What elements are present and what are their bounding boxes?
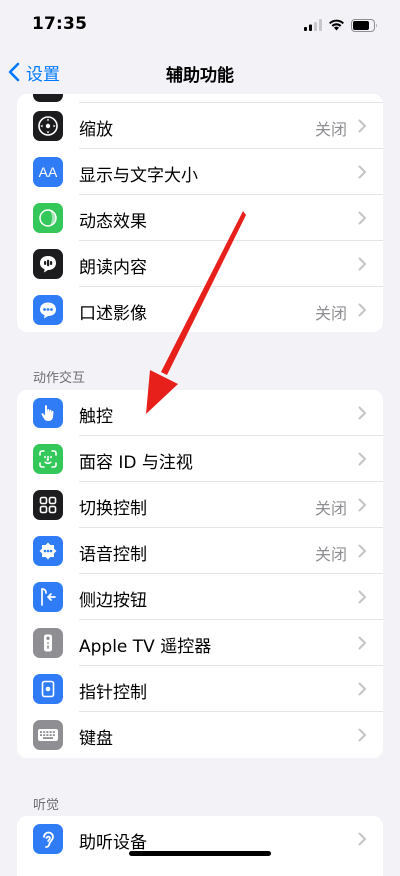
chevron-right-icon bbox=[358, 544, 366, 558]
pointer-icon bbox=[33, 674, 63, 704]
hearing-device-icon bbox=[33, 824, 63, 854]
row-zoom[interactable]: 缩放 关闭 bbox=[17, 103, 383, 149]
hearing-settings-group: 助听设备 bbox=[17, 816, 383, 876]
row-motion[interactable]: 动态效果 bbox=[17, 195, 383, 241]
row-touch[interactable]: 触控 bbox=[17, 390, 383, 436]
chevron-right-icon bbox=[358, 303, 366, 317]
row-switch-control[interactable]: 切换控制 关闭 bbox=[17, 482, 383, 528]
row-audio-descriptions[interactable]: 口述影像 关闭 bbox=[17, 287, 383, 332]
row-label: 显示与文字大小 bbox=[79, 166, 198, 186]
chevron-right-icon bbox=[358, 682, 366, 696]
chevron-right-icon bbox=[358, 590, 366, 604]
zoom-icon bbox=[33, 111, 63, 141]
chevron-right-icon bbox=[358, 636, 366, 650]
battery-icon bbox=[351, 18, 377, 32]
row-label: 侧边按钮 bbox=[79, 591, 147, 611]
chevron-right-icon bbox=[358, 728, 366, 742]
row-value: 关闭 bbox=[314, 120, 347, 139]
row-value: 关闭 bbox=[314, 304, 347, 323]
row-label: Apple TV 遥控器 bbox=[79, 637, 212, 657]
row-label: 动态效果 bbox=[79, 212, 147, 232]
row-label: 朗读内容 bbox=[79, 258, 147, 278]
audio-description-icon bbox=[33, 295, 63, 325]
status-time: 17:35 bbox=[32, 14, 88, 34]
spoken-content-icon bbox=[33, 249, 63, 279]
motion-icon bbox=[33, 203, 63, 233]
interaction-settings-group: 触控 面容 ID 与注视 切换控制 关闭 语音控制 关闭 侧边按钮 Apple … bbox=[17, 390, 383, 758]
switch-control-icon bbox=[33, 490, 63, 520]
row-display-text-size[interactable]: AA 显示与文字大小 bbox=[17, 149, 383, 195]
row-label: 指针控制 bbox=[79, 683, 147, 703]
row-label: 面容 ID 与注视 bbox=[79, 453, 193, 473]
touch-hand-icon bbox=[33, 398, 63, 428]
chevron-right-icon bbox=[358, 452, 366, 466]
wifi-icon bbox=[329, 19, 344, 31]
voice-control-icon bbox=[33, 536, 63, 566]
row-side-button[interactable]: 侧边按钮 bbox=[17, 574, 383, 620]
row-label: 键盘 bbox=[79, 729, 113, 749]
navigation-bar: 设置 辅助功能 bbox=[0, 50, 400, 94]
chevron-right-icon bbox=[358, 406, 366, 420]
row-voice-control[interactable]: 语音控制 关闭 bbox=[17, 528, 383, 574]
row-apple-tv-remote[interactable]: Apple TV 遥控器 bbox=[17, 620, 383, 666]
row-spoken-content[interactable]: 朗读内容 bbox=[17, 241, 383, 287]
row-label: 语音控制 bbox=[79, 545, 147, 565]
chevron-right-icon bbox=[358, 498, 366, 512]
page-title: 辅助功能 bbox=[166, 66, 234, 86]
row-pointer-control[interactable]: 指针控制 bbox=[17, 666, 383, 712]
section-header-interaction: 动作交互 bbox=[33, 371, 86, 386]
partial-row-icon bbox=[33, 94, 63, 102]
row-label: 助听设备 bbox=[79, 833, 147, 853]
chevron-right-icon bbox=[358, 165, 366, 179]
chevron-right-icon bbox=[358, 211, 366, 225]
chevron-right-icon bbox=[358, 257, 366, 271]
row-label: 触控 bbox=[79, 407, 113, 427]
chevron-right-icon bbox=[358, 832, 366, 846]
side-button-icon bbox=[33, 582, 63, 612]
row-label: 缩放 bbox=[79, 120, 113, 140]
status-bar: 17:35 bbox=[0, 0, 400, 50]
keyboard-icon bbox=[33, 720, 63, 750]
text-size-icon: AA bbox=[33, 157, 63, 187]
vision-settings-group: 缩放 关闭 AA 显示与文字大小 动态效果 朗读内容 口述影像 关闭 bbox=[17, 94, 383, 332]
row-label: 口述影像 bbox=[79, 304, 147, 324]
status-icons bbox=[304, 16, 378, 34]
chevron-right-icon bbox=[358, 119, 366, 133]
row-value: 关闭 bbox=[314, 499, 347, 518]
row-face-id-attention[interactable]: 面容 ID 与注视 bbox=[17, 436, 383, 482]
row-keyboard[interactable]: 键盘 bbox=[17, 712, 383, 758]
row-label: 切换控制 bbox=[79, 499, 147, 519]
home-indicator bbox=[129, 851, 271, 856]
remote-icon bbox=[33, 628, 63, 658]
face-id-icon bbox=[33, 444, 63, 474]
cellular-signal-icon bbox=[304, 19, 322, 31]
row-value: 关闭 bbox=[314, 545, 347, 564]
section-header-hearing: 听觉 bbox=[33, 798, 60, 813]
